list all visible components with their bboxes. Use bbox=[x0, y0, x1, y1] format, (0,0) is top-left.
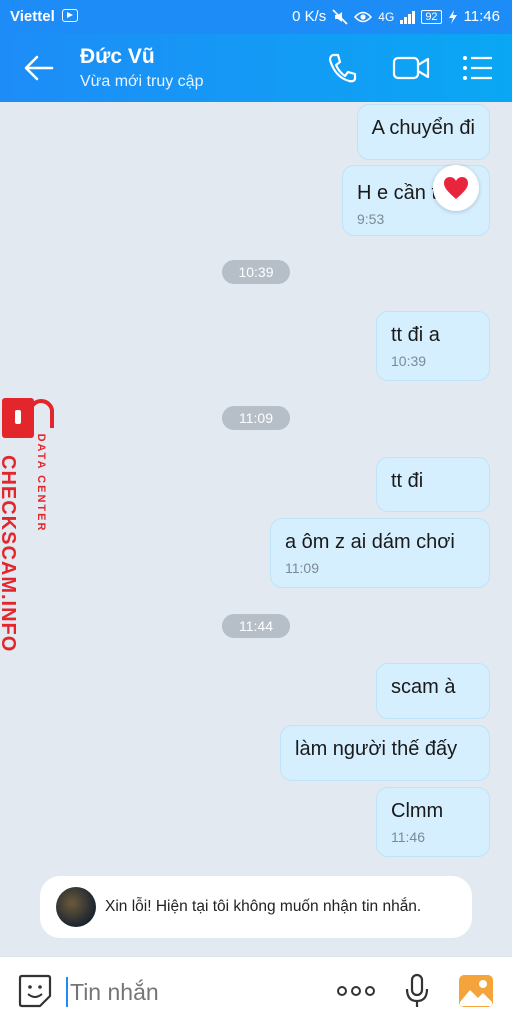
chat-header: Đức Vũ Vừa mới truy cập bbox=[0, 34, 512, 102]
contact-status: Vừa mới truy cập bbox=[80, 73, 204, 90]
time-divider: 10:39 bbox=[222, 260, 290, 284]
message-bubble[interactable]: làm người thế đấy bbox=[280, 725, 490, 781]
phone-call-icon[interactable] bbox=[327, 52, 357, 84]
message-bubble[interactable]: Clmm 11:46 bbox=[376, 787, 490, 857]
more-options-icon[interactable] bbox=[336, 979, 376, 1003]
heart-icon bbox=[444, 177, 468, 199]
network-speed: 0 K/s bbox=[292, 8, 327, 25]
carrier-name: Viettel bbox=[10, 8, 55, 25]
status-bar: Viettel 0 K/s 4G 92 11:46 bbox=[0, 0, 512, 34]
watermark-subtitle: DATA CENTER bbox=[35, 433, 47, 533]
message-bubble[interactable]: A chuyển đi bbox=[356, 104, 490, 160]
block-notice: Xin lỗi! Hiện tại tôi không muốn nhận ti… bbox=[40, 876, 472, 938]
status-icons: 0 K/s 4G 92 11:46 bbox=[292, 8, 500, 25]
message-time: 11:09 bbox=[285, 560, 319, 576]
gallery-icon[interactable] bbox=[458, 974, 494, 1008]
message-text: scam à bbox=[391, 676, 456, 698]
avatar[interactable] bbox=[56, 887, 96, 927]
watermark-title: CHECKSCAM.INFO bbox=[0, 455, 19, 653]
message-bubble[interactable]: a ôm z ai dám chơi 11:09 bbox=[270, 518, 490, 588]
message-time: 9:53 bbox=[357, 211, 385, 227]
video-call-icon[interactable] bbox=[392, 54, 430, 82]
sticker-icon[interactable] bbox=[18, 974, 52, 1008]
message-text: a ôm z ai dám chơi bbox=[285, 531, 455, 553]
message-text: tt đi a bbox=[391, 324, 440, 346]
clock: 11:46 bbox=[463, 8, 500, 25]
microphone-icon[interactable] bbox=[404, 973, 430, 1009]
message-text: làm người thế đấy bbox=[295, 738, 458, 760]
contact-name[interactable]: Đức Vũ bbox=[80, 45, 155, 69]
message-input-bar bbox=[0, 956, 512, 1024]
message-input[interactable] bbox=[66, 977, 316, 1007]
time-divider: 11:44 bbox=[222, 614, 290, 638]
menu-icon[interactable] bbox=[462, 54, 494, 82]
time-divider: 11:09 bbox=[222, 406, 290, 430]
message-bubble[interactable]: tt đi bbox=[376, 457, 490, 512]
carrier: Viettel bbox=[10, 8, 78, 25]
charging-icon bbox=[448, 9, 457, 24]
message-bubble[interactable]: tt đi a 10:39 bbox=[376, 311, 490, 381]
message-text: A chuyển đi bbox=[371, 117, 475, 139]
message-text: tt đi bbox=[391, 470, 424, 492]
signal-icon bbox=[400, 10, 416, 24]
message-time: 11:46 bbox=[391, 829, 425, 845]
carrier-video-icon bbox=[61, 9, 78, 22]
back-arrow-icon[interactable] bbox=[22, 52, 56, 84]
message-text: Clmm bbox=[391, 800, 444, 822]
reaction-badge[interactable] bbox=[433, 165, 479, 211]
network-type: 4G bbox=[378, 9, 395, 24]
mute-icon bbox=[332, 8, 348, 25]
eye-icon bbox=[354, 11, 373, 22]
message-text: H e cần tiền bbox=[357, 182, 439, 204]
message-bubble[interactable]: scam à bbox=[376, 663, 490, 719]
message-time: 10:39 bbox=[391, 353, 427, 369]
watermark: DATA CENTER CHECKSCAM.INFO bbox=[0, 388, 58, 652]
notice-text: Xin lỗi! Hiện tại tôi không muốn nhận ti… bbox=[105, 898, 422, 915]
battery-level: 92 bbox=[421, 9, 442, 24]
